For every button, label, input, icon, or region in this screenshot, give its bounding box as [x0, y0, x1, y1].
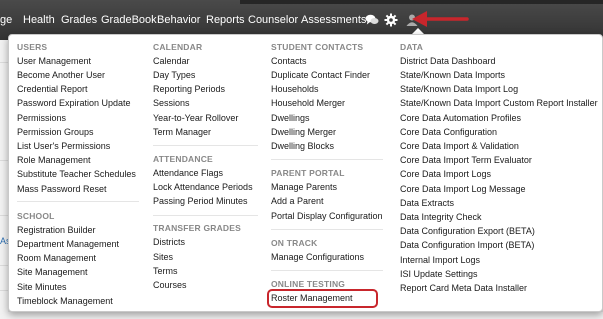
menu-item-household-merger[interactable]: Household Merger	[271, 98, 345, 109]
menu-item-courses[interactable]: Courses	[153, 280, 187, 291]
menu-item-data-extracts[interactable]: Data Extracts	[400, 198, 454, 209]
section-divider	[17, 201, 139, 202]
menu-item-role-management[interactable]: Role Management	[17, 155, 91, 166]
menu-item-timeblock-management[interactable]: Timeblock Management	[17, 296, 113, 307]
menu-item-report-card-meta-data-installer[interactable]: Report Card Meta Data Installer	[400, 283, 527, 294]
menu-item-data-integrity-check[interactable]: Data Integrity Check	[400, 212, 482, 223]
background-page-strip: As	[0, 40, 11, 319]
menu-item-terms[interactable]: Terms	[153, 266, 178, 277]
menu-item-portal-display-configuration[interactable]: Portal Display Configuration	[271, 211, 383, 222]
row-divider	[0, 160, 8, 161]
section-divider	[153, 145, 258, 146]
menu-item-district-data-dashboard[interactable]: District Data Dashboard	[400, 56, 496, 67]
menu-item-dwelling-merger[interactable]: Dwelling Merger	[271, 127, 336, 138]
section-heading-attendance: ATTENDANCE	[153, 154, 213, 164]
menu-item-duplicate-contact-finder[interactable]: Duplicate Contact Finder	[271, 70, 370, 81]
menu-item-reporting-periods[interactable]: Reporting Periods	[153, 84, 225, 95]
menu-item-dwelling-blocks[interactable]: Dwelling Blocks	[271, 141, 334, 152]
annotation-highlight-box	[267, 289, 378, 308]
menu-item-data-configuration-export[interactable]: Data Configuration Export (BETA)	[400, 226, 535, 237]
menu-item-data-configuration-import[interactable]: Data Configuration Import (BETA)	[400, 240, 534, 251]
menu-item-state-known-custom-report-installer[interactable]: State/Known Data Import Custom Report In…	[400, 98, 598, 109]
menu-item-core-data-import-term-evaluator[interactable]: Core Data Import Term Evaluator	[400, 155, 532, 166]
section-heading-on-track: ON TRACK	[271, 238, 318, 248]
section-divider	[271, 229, 383, 230]
menu-item-manage-parents[interactable]: Manage Parents	[271, 182, 337, 193]
menu-item-state-known-data-imports[interactable]: State/Known Data Imports	[400, 70, 505, 81]
annotation-arrow-icon	[412, 11, 469, 27]
menu-item-sessions[interactable]: Sessions	[153, 98, 190, 109]
menu-item-state-known-data-import-log[interactable]: State/Known Data Import Log	[400, 84, 518, 95]
menu-item-substitute-teacher-schedules[interactable]: Substitute Teacher Schedules	[17, 169, 136, 180]
row-divider	[0, 215, 8, 216]
section-divider	[153, 215, 258, 216]
menu-item-mass-password-reset[interactable]: Mass Password Reset	[17, 184, 107, 195]
section-heading-online-testing: ONLINE TESTING	[271, 279, 346, 289]
gear-icon[interactable]	[383, 12, 399, 28]
menu-item-year-to-year-rollover[interactable]: Year-to-Year Rollover	[153, 113, 238, 124]
menu-item-room-management[interactable]: Room Management	[17, 253, 96, 264]
menu-item-term-manager[interactable]: Term Manager	[153, 127, 211, 138]
menu-item-core-data-import-validation[interactable]: Core Data Import & Validation	[400, 141, 519, 152]
menu-item-become-another-user[interactable]: Become Another User	[17, 70, 105, 81]
section-heading-parent-portal: PARENT PORTAL	[271, 168, 345, 178]
menu-item-internal-import-logs[interactable]: Internal Import Logs	[400, 255, 480, 266]
menu-item-districts[interactable]: Districts	[153, 237, 185, 248]
menu-item-password-expiration-update[interactable]: Password Expiration Update	[17, 98, 131, 109]
section-heading-data: DATA	[400, 42, 424, 52]
menu-item-sites[interactable]: Sites	[153, 252, 173, 263]
menu-item-permissions[interactable]: Permissions	[17, 113, 66, 124]
row-divider	[0, 265, 8, 266]
menu-item-add-a-parent[interactable]: Add a Parent	[271, 196, 324, 207]
menu-item-households[interactable]: Households	[271, 84, 319, 95]
menu-item-attendance-flags[interactable]: Attendance Flags	[153, 168, 223, 179]
section-divider	[271, 270, 383, 271]
section-heading-student-contacts: STUDENT CONTACTS	[271, 42, 364, 52]
section-heading-users: USERS	[17, 42, 48, 52]
menu-item-user-management[interactable]: User Management	[17, 56, 91, 67]
menu-item-core-data-import-log-message[interactable]: Core Data Import Log Message	[400, 184, 526, 195]
section-heading-transfer-grades: TRANSFER GRADES	[153, 223, 242, 233]
menu-item-credential-report[interactable]: Credential Report	[17, 84, 88, 95]
menu-item-isi-update-settings[interactable]: ISI Update Settings	[400, 269, 478, 280]
menu-item-site-minutes[interactable]: Site Minutes	[17, 282, 67, 293]
section-heading-calendar: CALENDAR	[153, 42, 203, 52]
menu-item-core-data-configuration[interactable]: Core Data Configuration	[400, 127, 497, 138]
menu-item-permission-groups[interactable]: Permission Groups	[17, 127, 94, 138]
row-divider	[0, 290, 8, 291]
menu-item-department-management[interactable]: Department Management	[17, 239, 119, 250]
chat-bubbles-icon[interactable]	[364, 12, 380, 28]
menu-item-passing-period-minutes[interactable]: Passing Period Minutes	[153, 196, 248, 207]
menu-item-manage-configurations[interactable]: Manage Configurations	[271, 252, 364, 263]
admin-dropdown-menu: USERS User Management Become Another Use…	[8, 34, 603, 312]
menu-item-registration-builder[interactable]: Registration Builder	[17, 225, 96, 236]
row-divider	[0, 62, 8, 63]
menu-item-day-types[interactable]: Day Types	[153, 70, 195, 81]
menu-item-contacts[interactable]: Contacts	[271, 56, 307, 67]
background-bottom-strip	[8, 312, 603, 319]
section-divider	[271, 159, 383, 160]
section-heading-school: SCHOOL	[17, 211, 55, 221]
menu-item-lock-attendance-periods[interactable]: Lock Attendance Periods	[153, 182, 253, 193]
menu-item-dwellings[interactable]: Dwellings	[271, 113, 310, 124]
menu-item-calendar[interactable]: Calendar	[153, 56, 190, 67]
menu-item-core-data-automation-profiles[interactable]: Core Data Automation Profiles	[400, 113, 521, 124]
menu-item-site-management[interactable]: Site Management	[17, 267, 88, 278]
menu-item-core-data-import-logs[interactable]: Core Data Import Logs	[400, 169, 491, 180]
menu-item-list-users-permissions[interactable]: List User's Permissions	[17, 141, 110, 152]
